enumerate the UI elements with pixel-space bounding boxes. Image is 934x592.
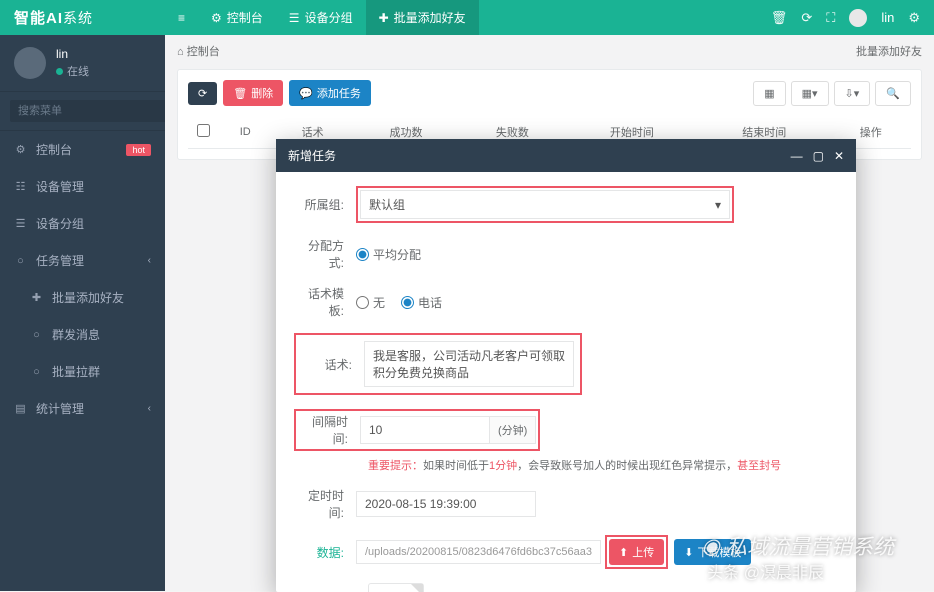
add-friend-icon: ✚ bbox=[379, 11, 389, 25]
chart-icon: ▤ bbox=[14, 402, 27, 415]
warning-text: 重要提示：如果时间低于1分钟，会导致账号加人的时候出现红色异常提示，甚至封号 bbox=[368, 457, 838, 473]
nav-batch-add-friend[interactable]: ✚ 批量添加好友 bbox=[0, 279, 165, 316]
group-icon: ○ bbox=[30, 366, 43, 378]
delete-button[interactable]: 🗑删除 bbox=[223, 80, 283, 106]
chevron-down-icon: ‹ bbox=[148, 255, 151, 266]
nav-dashboard[interactable]: ⚙ 控制台 hot bbox=[0, 131, 165, 168]
user-panel: lin 在线 bbox=[0, 35, 165, 92]
refresh-button[interactable]: ⟳ bbox=[188, 82, 217, 105]
home-icon: ⌂ bbox=[177, 46, 184, 58]
schedule-row: 定时时间: bbox=[294, 487, 838, 521]
wechat-icon: ◉ bbox=[702, 534, 720, 559]
upload-icon: ⬆ bbox=[619, 546, 628, 559]
export-button[interactable]: ⇩▾ bbox=[834, 81, 871, 106]
user-avatar bbox=[14, 47, 46, 79]
add-task-modal: 新增任务 — ▢ ✕ 所属组: 默认组 ▾ 分配方式: 平均分配 话术模板: bbox=[276, 139, 856, 592]
upload-button[interactable]: ⬆上传 bbox=[609, 539, 664, 565]
script-row: 话术: 我是客服，公司活动凡老客户可领取积分免费兑换商品 bbox=[294, 333, 582, 395]
sidebar: lin 在线 🔍 ⚙ 控制台 hot ☷ 设备管理 ☰ 设备分组 ○ 任务管理 … bbox=[0, 35, 165, 591]
interval-unit: (分钟) bbox=[490, 416, 536, 444]
toolbar: ⟳ 🗑删除 💬添加任务 ▦ ▦▾ ⇩▾ 🔍 bbox=[188, 80, 911, 106]
settings-icon[interactable]: ⚙ bbox=[908, 10, 920, 26]
sidebar-search: 🔍 bbox=[0, 92, 165, 131]
list-icon: ☰ bbox=[289, 11, 300, 25]
add-friend-icon: ✚ bbox=[30, 291, 43, 304]
interval-input[interactable] bbox=[360, 416, 490, 444]
fullscreen-icon[interactable]: ⛶ bbox=[826, 10, 835, 26]
download-icon: ⬇ bbox=[684, 546, 693, 559]
topbar: 智能AI系统 ≡ ⚙控制台 ☰设备分组 ✚批量添加好友 🗑 ⟳ ⛶ lin ⚙ bbox=[0, 0, 934, 35]
nav-device-group[interactable]: ☰ 设备分组 bbox=[0, 205, 165, 242]
top-tab-dashboard[interactable]: ⚙控制台 bbox=[198, 0, 276, 35]
search-input[interactable] bbox=[10, 100, 168, 122]
top-tab-device-group[interactable]: ☰设备分组 bbox=[276, 0, 366, 35]
trash-icon[interactable]: 🗑 bbox=[771, 10, 788, 26]
grid-icon: ☷ bbox=[14, 180, 27, 193]
add-task-button[interactable]: 💬添加任务 bbox=[289, 80, 371, 106]
close-icon[interactable]: ✕ bbox=[834, 149, 844, 163]
view-list-button[interactable]: ▦ bbox=[753, 81, 785, 106]
search-button[interactable]: 🔍 bbox=[875, 81, 911, 106]
top-tab-batch-add[interactable]: ✚批量添加好友 bbox=[366, 0, 479, 35]
nav-stats[interactable]: ▤ 统计管理 ‹ bbox=[0, 390, 165, 427]
modal-title: 新增任务 bbox=[288, 147, 336, 164]
group-select[interactable]: 默认组 ▾ bbox=[360, 190, 730, 219]
nav-task-manage[interactable]: ○ 任务管理 ‹ bbox=[0, 242, 165, 279]
trash-icon: 🗑 bbox=[233, 87, 247, 100]
list-icon: ☰ bbox=[14, 217, 27, 230]
modal-header[interactable]: 新增任务 — ▢ ✕ bbox=[276, 139, 856, 172]
interval-row: 间隔时间: (分钟) bbox=[294, 409, 838, 451]
template-row: 话术模板: 无 电话 bbox=[294, 285, 838, 319]
hot-badge: hot bbox=[126, 144, 151, 156]
chat-icon: 💬 bbox=[299, 87, 313, 100]
maximize-icon[interactable]: ▢ bbox=[813, 149, 824, 163]
template-none-radio[interactable]: 无 bbox=[356, 294, 385, 311]
data-path-input[interactable] bbox=[356, 540, 601, 564]
user-name: lin bbox=[56, 47, 89, 61]
refresh-icon[interactable]: ⟳ bbox=[801, 10, 812, 26]
minimize-icon[interactable]: — bbox=[791, 149, 803, 163]
user-status: 在线 bbox=[56, 63, 89, 79]
message-icon: ○ bbox=[30, 329, 43, 341]
watermark: ◉ 私域流量营销系统 bbox=[702, 531, 894, 561]
template-phone-radio[interactable]: 电话 bbox=[401, 294, 442, 311]
chevron-down-icon: ▾ bbox=[715, 198, 721, 212]
schedule-input[interactable] bbox=[356, 491, 536, 517]
select-all-checkbox[interactable] bbox=[197, 124, 210, 137]
script-textarea[interactable]: 我是客服，公司活动凡老客户可领取积分免费兑换商品 bbox=[364, 341, 574, 387]
nav-batch-group[interactable]: ○ 批量拉群 bbox=[0, 353, 165, 390]
breadcrumb: ⌂ 控制台 批量添加好友 bbox=[165, 35, 934, 65]
chevron-icon: ‹ bbox=[148, 403, 151, 414]
nav-mass-message[interactable]: ○ 群发消息 bbox=[0, 316, 165, 353]
group-row: 所属组: 默认组 ▾ bbox=[294, 186, 838, 223]
assign-row: 分配方式: 平均分配 bbox=[294, 237, 838, 271]
circle-icon: ○ bbox=[14, 255, 27, 267]
assign-avg-radio[interactable]: 平均分配 bbox=[356, 246, 421, 263]
dashboard-icon: ⚙ bbox=[14, 143, 27, 156]
nav-device-manage[interactable]: ☷ 设备管理 bbox=[0, 168, 165, 205]
view-grid-button[interactable]: ▦▾ bbox=[791, 81, 829, 106]
watermark-author: 头条 @溟晨非辰 bbox=[707, 559, 824, 583]
menu-toggle[interactable]: ≡ bbox=[165, 0, 198, 35]
brand: 智能AI系统 bbox=[0, 7, 165, 28]
username[interactable]: lin bbox=[881, 10, 894, 25]
dashboard-icon: ⚙ bbox=[211, 11, 222, 25]
avatar[interactable] bbox=[849, 9, 867, 27]
modal-body: 所属组: 默认组 ▾ 分配方式: 平均分配 话术模板: 无 电话 话术: 我是 bbox=[276, 172, 856, 592]
